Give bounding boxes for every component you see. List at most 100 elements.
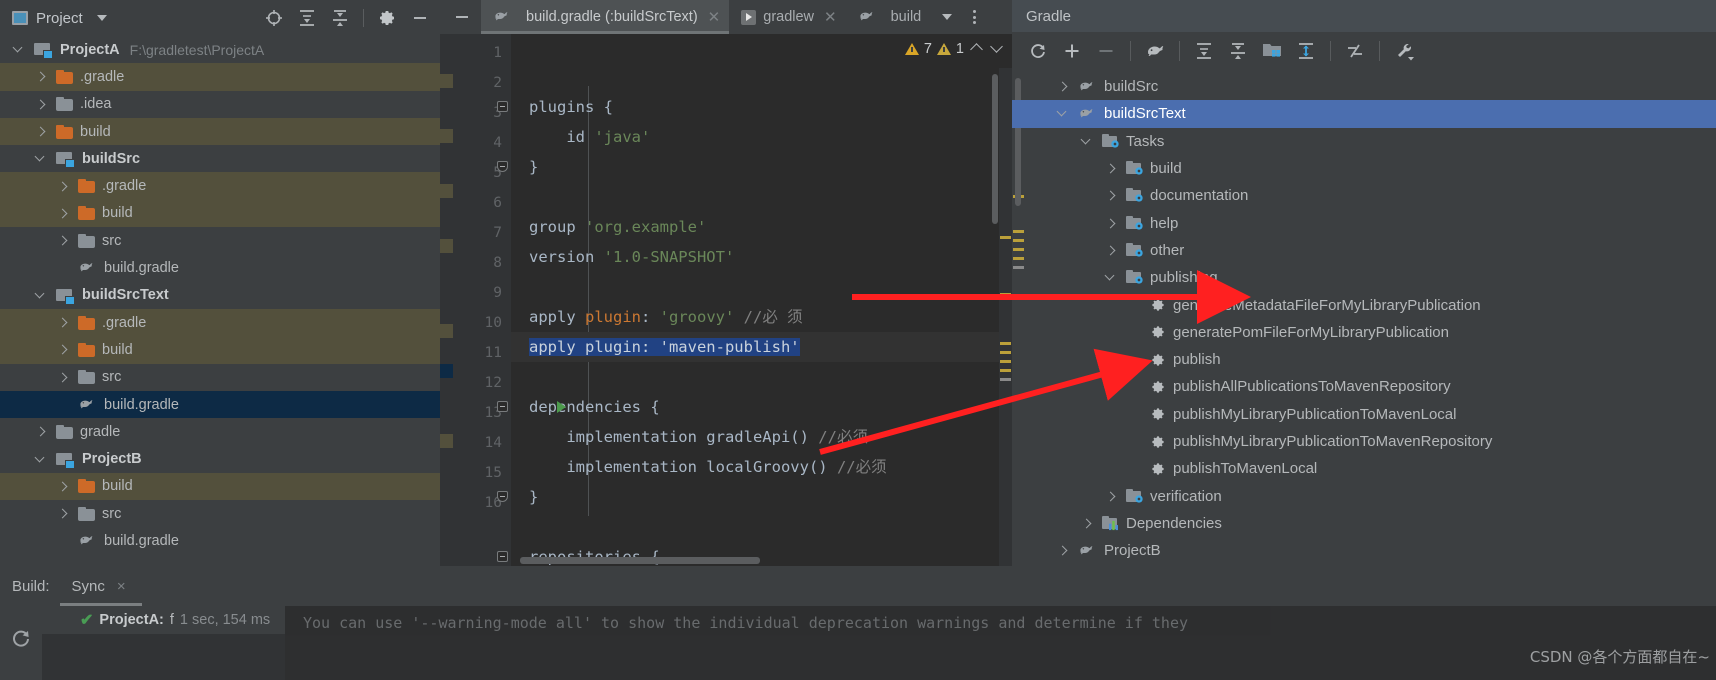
right-marker-bar[interactable] [999, 68, 1012, 566]
chevron-right-icon[interactable] [36, 126, 47, 137]
chevron-right-icon[interactable] [1058, 545, 1069, 556]
project-tree-item[interactable]: build [0, 472, 440, 501]
code-line[interactable]: dependencies { [497, 392, 1012, 422]
toggle-offline-icon[interactable] [1296, 41, 1316, 61]
next-highlight-icon[interactable] [990, 40, 1003, 53]
project-tree-item[interactable]: build [0, 336, 440, 364]
gradle-tree-item[interactable]: verification [1012, 482, 1716, 509]
fold-toggle-icon[interactable] [497, 401, 508, 412]
project-tree-item[interactable]: build.gradle [0, 527, 440, 555]
collapse-all-icon[interactable] [330, 8, 350, 28]
previous-highlight-icon[interactable] [970, 42, 983, 56]
gradle-tree-item[interactable]: publish [1012, 346, 1716, 373]
chevron-down-icon[interactable] [942, 14, 953, 20]
project-tree-item[interactable]: .gradle [0, 172, 440, 200]
execute-gradle-task-icon[interactable] [1145, 41, 1165, 61]
chevron-right-icon[interactable] [58, 372, 69, 383]
tab-list-dropdown[interactable] [930, 0, 961, 34]
chevron-right-icon[interactable] [58, 181, 69, 192]
project-tree-item[interactable]: src [0, 363, 440, 391]
remove-icon[interactable] [1096, 41, 1116, 61]
chevron-right-icon[interactable] [58, 317, 69, 328]
project-tree-item[interactable]: build [0, 199, 440, 228]
close-icon[interactable]: ✕ [824, 10, 837, 25]
code-line[interactable]: apply plugin: 'groovy' //必 须 [511, 302, 1012, 332]
gradle-tree-item[interactable]: generatePomFileForMyLibraryPublication [1012, 319, 1716, 346]
chevron-right-icon[interactable] [58, 235, 69, 246]
chevron-down-icon[interactable] [1106, 272, 1117, 283]
kebab-menu-icon[interactable] [973, 10, 977, 24]
code-line[interactable]: version '1.0-SNAPSHOT' [511, 242, 1012, 272]
chevron-right-icon[interactable] [1106, 491, 1117, 502]
project-tree-item[interactable]: src [0, 500, 440, 528]
chevron-right-icon[interactable] [58, 481, 69, 492]
add-icon[interactable] [1062, 41, 1082, 61]
code-line[interactable] [511, 362, 1012, 392]
editor-tab[interactable]: build.gradle (:buildSrcText) ✕ [481, 0, 730, 34]
code-line[interactable]: plugins { [497, 92, 1012, 122]
chevron-down-icon[interactable] [36, 290, 47, 301]
project-tree-item[interactable]: build [0, 117, 440, 146]
code-line[interactable]: } [497, 152, 1012, 182]
chevron-right-icon[interactable] [58, 344, 69, 355]
code-line[interactable]: implementation localGroovy() //必须 [511, 452, 1012, 482]
gradle-tree-item[interactable]: documentation [1012, 182, 1716, 209]
code-line[interactable]: id 'java' [511, 122, 1012, 152]
close-icon[interactable]: ✕ [708, 10, 721, 25]
build-tool-settings-icon[interactable] [1394, 41, 1414, 61]
gradle-tree-item[interactable]: buildSrcText [1012, 100, 1716, 128]
gradle-tree-item[interactable]: publishMyLibraryPublicationToMavenReposi… [1012, 428, 1716, 455]
fold-toggle-icon[interactable] [497, 161, 508, 172]
project-tree-item[interactable]: buildSrcText [0, 281, 440, 309]
chevron-right-icon[interactable] [58, 508, 69, 519]
editor-minimize-button[interactable] [440, 0, 481, 34]
show-projects-icon[interactable] [1262, 41, 1282, 61]
gradle-tree-item[interactable]: publishing [1012, 264, 1716, 291]
chevron-right-icon[interactable] [1106, 163, 1117, 174]
chevron-right-icon[interactable] [1058, 81, 1069, 92]
chevron-down-icon[interactable] [36, 454, 47, 465]
build-sync-result-row[interactable]: ✔ ProjectA: f 1 sec, 154 ms [42, 606, 285, 634]
fold-toggle-icon[interactable] [497, 491, 508, 502]
gradle-tree-item[interactable]: ProjectB [1012, 537, 1716, 564]
chevron-right-icon[interactable] [36, 426, 47, 437]
minimize-icon[interactable] [410, 8, 430, 28]
chevron-right-icon[interactable] [58, 208, 69, 219]
code-line[interactable]: group 'org.example' [511, 212, 1012, 242]
chevron-right-icon[interactable] [1106, 218, 1117, 229]
tab-options-menu[interactable] [961, 0, 985, 34]
editor-tab[interactable]: gradlew ✕ [729, 0, 845, 34]
gradle-tree-item[interactable]: generateMetadataFileForMyLibraryPublicat… [1012, 291, 1716, 318]
refresh-icon[interactable] [1028, 41, 1048, 61]
gradle-tree-item[interactable]: buildSrc [1012, 73, 1716, 100]
run-gutter-icon[interactable] [557, 401, 566, 413]
project-tree-item[interactable]: .idea [0, 90, 440, 118]
project-tree-item[interactable]: ProjectA F:\gradletest\ProjectA [0, 36, 440, 64]
chevron-right-icon[interactable] [36, 99, 47, 110]
expand-all-icon[interactable] [297, 8, 317, 28]
code-line[interactable]: implementation gradleApi() //必须 [511, 422, 1012, 452]
project-tree-item[interactable]: .gradle [0, 308, 440, 337]
gradle-tree-item[interactable]: Dependencies [1012, 510, 1716, 537]
settings-gear-icon[interactable] [377, 8, 397, 28]
source-code[interactable]: plugins { id 'java'} group 'org.example' v… [497, 34, 1012, 566]
build-tab-sync[interactable]: Sync × [59, 578, 142, 606]
chevron-right-icon[interactable] [36, 71, 47, 82]
project-tree-item[interactable]: buildSrc [0, 145, 440, 173]
code-area[interactable]: 1 2 3 4 5 6 7 8 9 10 11 12 13 14 15 16 plugins { id 'ja… [440, 34, 1012, 566]
collapse-all-icon[interactable] [1228, 41, 1248, 61]
project-file-tree[interactable]: ProjectA F:\gradletest\ProjectA .gradle .id… [0, 36, 440, 555]
gradle-tree-item[interactable]: publishToMavenLocal [1012, 455, 1716, 482]
chevron-down-icon[interactable] [36, 153, 47, 164]
expand-all-icon[interactable] [1194, 41, 1214, 61]
chevron-down-icon[interactable] [14, 44, 25, 55]
chevron-right-icon[interactable] [1082, 518, 1093, 529]
gradle-tree-item[interactable]: other [1012, 237, 1716, 264]
fold-toggle-icon[interactable] [497, 551, 508, 562]
project-tree-item[interactable]: build.gradle [0, 254, 440, 282]
gradle-tree-item[interactable]: publishAllPublicationsToMavenRepository [1012, 373, 1716, 400]
code-line[interactable] [511, 182, 1012, 212]
chevron-right-icon[interactable] [1106, 190, 1117, 201]
chevron-down-icon[interactable] [96, 15, 107, 21]
project-title-dropdown[interactable]: Project [12, 10, 107, 27]
